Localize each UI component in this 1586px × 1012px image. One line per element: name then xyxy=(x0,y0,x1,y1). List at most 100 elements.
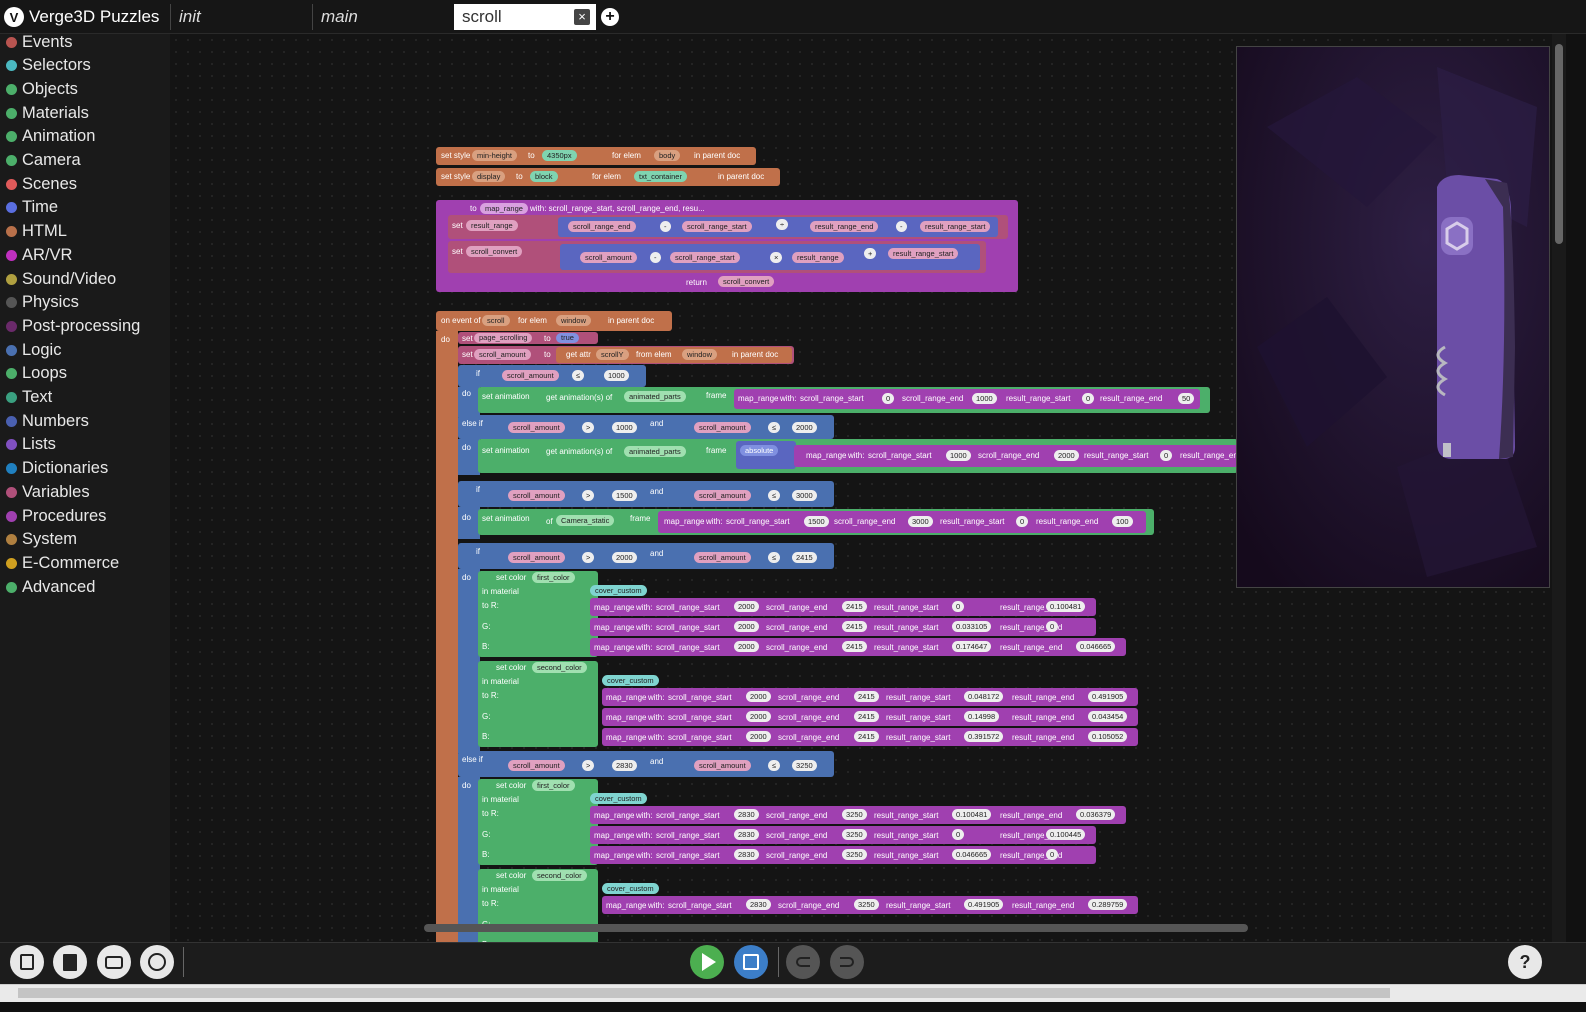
set-animation-block[interactable]: set animation get animation(s) of animat… xyxy=(478,387,1210,413)
number-value[interactable]: 0 xyxy=(952,829,965,840)
number-value[interactable]: 0.491905 xyxy=(964,899,1004,910)
object-dropdown[interactable]: animated_parts xyxy=(624,446,686,457)
map-range-call[interactable]: map_range with: scroll_range_start 2000 scro… xyxy=(602,728,1138,746)
app-logo[interactable]: V Verge3D Puzzles xyxy=(4,3,168,31)
number-value[interactable]: 3250 xyxy=(842,829,867,840)
number-value[interactable]: 2415 xyxy=(792,552,817,563)
on-event-block[interactable]: on event of scroll for elem window in pa… xyxy=(436,311,672,331)
map-range-call[interactable]: map_range with: scroll_range_start 1000 … xyxy=(794,445,1242,467)
category-text[interactable]: Text xyxy=(0,386,170,410)
number-value[interactable]: 0 xyxy=(952,601,965,612)
variable-dropdown[interactable]: scroll_amount xyxy=(508,552,565,563)
category-ar-vr[interactable]: AR/VR xyxy=(0,243,170,267)
number-value[interactable]: 0.105052 xyxy=(1088,731,1128,742)
operator[interactable]: ≤ xyxy=(572,370,585,381)
number-value[interactable]: 2000 xyxy=(612,552,637,563)
number-value[interactable]: 0.491905 xyxy=(1088,691,1128,702)
number-value[interactable]: 0 xyxy=(1082,393,1095,404)
number-value[interactable]: 2830 xyxy=(734,849,759,860)
color-dropdown[interactable]: first_color xyxy=(532,572,575,583)
boolean-dropdown[interactable]: true xyxy=(556,333,579,343)
tab-init[interactable]: init xyxy=(170,4,310,30)
variable-dropdown[interactable]: scroll_range_end xyxy=(568,221,636,232)
number-value[interactable]: 2000 xyxy=(734,641,759,652)
variable-dropdown[interactable]: scroll_amount xyxy=(694,552,751,563)
variable-dropdown[interactable]: scroll_amount xyxy=(508,490,565,501)
operator[interactable]: > xyxy=(582,490,595,501)
category-objects[interactable]: Objects xyxy=(0,77,170,101)
material-dropdown[interactable]: cover_custom xyxy=(590,585,647,596)
map-range-call[interactable]: map_range with: scroll_range_start 2830 scro… xyxy=(590,826,1096,844)
variable-dropdown[interactable]: scroll_amount xyxy=(474,349,531,360)
number-value[interactable]: 0 xyxy=(1046,849,1059,860)
material-dropdown[interactable]: cover_custom xyxy=(602,883,659,894)
number-value[interactable]: 2415 xyxy=(842,641,867,652)
elem-dropdown[interactable]: body xyxy=(654,150,681,161)
get-attr-block[interactable]: get attr scrollY from elem window in par… xyxy=(556,347,792,363)
procedure-name[interactable]: map_range xyxy=(480,203,528,214)
number-value[interactable]: 2000 xyxy=(734,621,759,632)
color-dropdown[interactable]: first_color xyxy=(532,780,575,791)
category-numbers[interactable]: Numbers xyxy=(0,409,170,433)
number-value[interactable]: 0.043454 xyxy=(1088,711,1128,722)
variable-dropdown[interactable]: result_range xyxy=(792,252,844,263)
category-post-processing[interactable]: Post-processing xyxy=(0,314,170,338)
category-events[interactable]: Events xyxy=(0,30,170,54)
category-loops[interactable]: Loops xyxy=(0,362,170,386)
operator[interactable]: × xyxy=(770,252,783,263)
tab-main[interactable]: main xyxy=(312,4,452,30)
file-button[interactable] xyxy=(53,945,87,979)
set-variable-block[interactable]: set scroll_convert scroll_amount - scrol… xyxy=(448,241,986,273)
variable-dropdown[interactable]: result_range xyxy=(466,220,518,231)
number-value[interactable]: 0.100445 xyxy=(1046,829,1086,840)
number-value[interactable]: 0.048172 xyxy=(964,691,1004,702)
number-value[interactable]: 2000 xyxy=(746,711,771,722)
number-value[interactable]: 0.391572 xyxy=(964,731,1004,742)
material-dropdown[interactable]: cover_custom xyxy=(602,675,659,686)
save-button[interactable] xyxy=(734,945,768,979)
operator[interactable]: - xyxy=(896,221,907,232)
number-value[interactable]: 1000 xyxy=(972,393,997,404)
variable-dropdown[interactable]: scroll_amount xyxy=(694,490,751,501)
number-value[interactable]: 2830 xyxy=(746,899,771,910)
math-block[interactable]: absolute xyxy=(736,441,796,469)
close-tab-icon[interactable]: × xyxy=(574,9,590,25)
number-value[interactable]: 2415 xyxy=(854,731,879,742)
variable-dropdown[interactable]: scroll_convert xyxy=(718,276,775,287)
category-sound-video[interactable]: Sound/Video xyxy=(0,267,170,291)
help-button[interactable]: ? xyxy=(1508,945,1542,979)
number-value[interactable]: 3250 xyxy=(842,809,867,820)
map-range-call[interactable]: map_range with: scroll_range_start 2000 scro… xyxy=(590,638,1126,656)
scrollbar-thumb[interactable] xyxy=(1555,44,1563,244)
category-materials[interactable]: Materials xyxy=(0,101,170,125)
number-value[interactable]: 2830 xyxy=(734,809,759,820)
category-selectors[interactable]: Selectors xyxy=(0,54,170,78)
variable-dropdown[interactable]: scroll_amount xyxy=(580,252,637,263)
number-value[interactable]: 0.14998 xyxy=(964,711,1000,722)
variable-dropdown[interactable]: scroll_amount xyxy=(694,422,751,433)
number-value[interactable]: 3000 xyxy=(792,490,817,501)
redo-button[interactable] xyxy=(830,945,864,979)
else-if-block[interactable]: else if scroll_amount > 2830 and scroll_… xyxy=(458,751,834,777)
variable-dropdown[interactable]: scroll_convert xyxy=(466,246,523,257)
elem-value[interactable]: txt_container xyxy=(634,171,687,182)
library-button[interactable] xyxy=(10,945,44,979)
horizontal-scrollbar[interactable] xyxy=(424,924,1248,932)
material-dropdown[interactable]: cover_custom xyxy=(590,793,647,804)
variable-dropdown[interactable]: scroll_amount xyxy=(508,760,565,771)
procedure-map-range[interactable]: to map_range with: scroll_range_start, s… xyxy=(436,200,1018,292)
variable-dropdown[interactable]: scroll_range_start xyxy=(682,221,752,232)
number-value[interactable]: 2000 xyxy=(1054,450,1079,461)
tab-scroll[interactable]: scroll × xyxy=(454,4,596,30)
map-range-call[interactable]: map_range with: scroll_range_start 2830 scro… xyxy=(602,896,1138,914)
operator[interactable]: ÷ xyxy=(776,219,789,230)
attr-dropdown[interactable]: scrollY xyxy=(596,349,629,360)
set-style-block[interactable]: set style display to block for elem txt_… xyxy=(436,168,780,186)
if-block[interactable]: if scroll_amount ≤ 1000 xyxy=(458,365,646,387)
operator[interactable]: - xyxy=(660,221,671,232)
category-html[interactable]: HTML xyxy=(0,220,170,244)
object-dropdown[interactable]: animated_parts xyxy=(624,391,686,402)
math-block[interactable]: scroll_amount - scroll_range_start × res… xyxy=(560,244,980,270)
style-prop-dropdown[interactable]: min-height xyxy=(472,150,518,161)
number-value[interactable]: 0.036379 xyxy=(1076,809,1116,820)
